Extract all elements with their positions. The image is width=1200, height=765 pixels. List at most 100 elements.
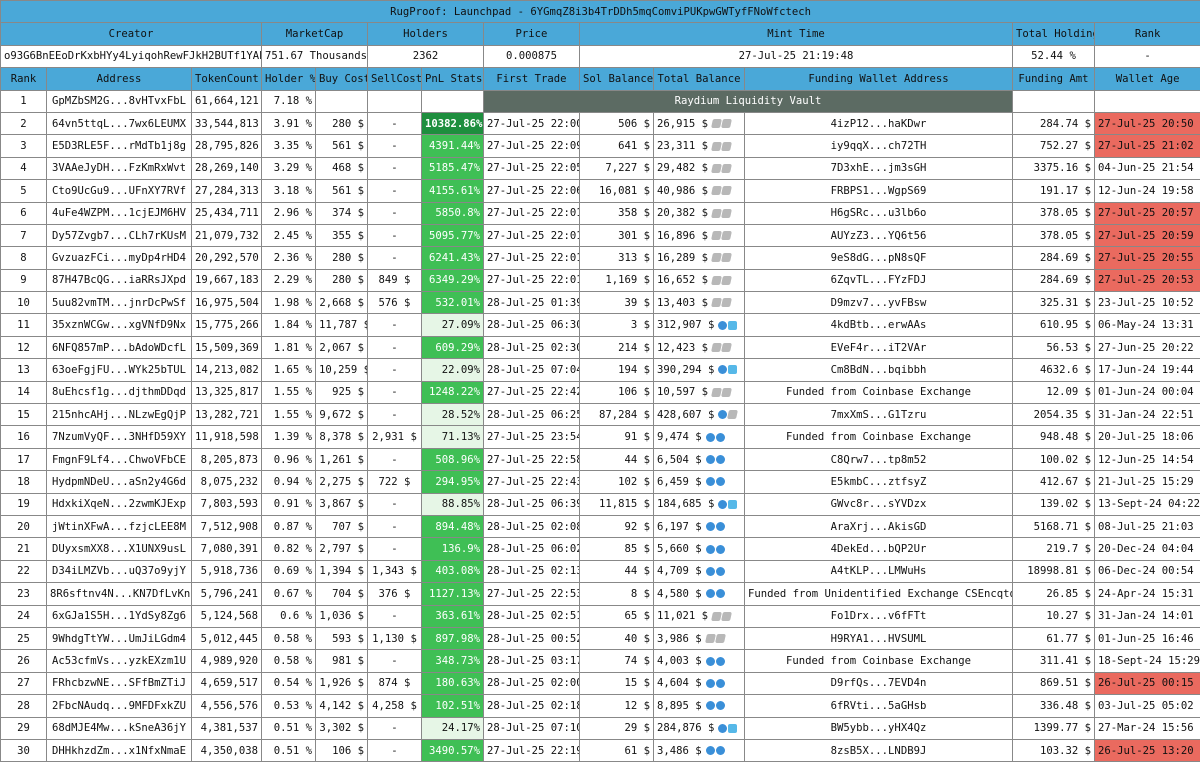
col-sell-cost[interactable]: SellCost [367,67,422,91]
funding-wallet-cell[interactable]: H9RYA1...HVSUML [744,626,1013,651]
address-cell[interactable]: jWtinXFwA...fzjcLEE8M [46,514,192,539]
tag-icon[interactable] [721,387,732,397]
wallet-icon[interactable] [705,544,715,554]
wallet-icon[interactable] [718,365,728,375]
funding-wallet-cell[interactable]: Fo1Drx...v6fFTt [744,604,1013,628]
address-cell[interactable]: 2FbcNAudq...9MFDFxkZU [46,694,192,718]
wallet-icon[interactable] [718,410,728,420]
wallet-icon[interactable] [715,455,725,464]
col-funding-wallet[interactable]: Funding Wallet Address [744,67,1013,91]
col-address[interactable]: Address [46,67,192,91]
wallet-icon[interactable] [718,320,728,330]
wallet-icon[interactable] [728,320,738,330]
tag-icon[interactable] [721,231,732,241]
wallet-icon[interactable] [715,566,725,576]
funding-wallet-cell[interactable]: FRBPS1...WgpS69 [744,179,1013,203]
wallet-icon[interactable] [705,522,715,532]
funding-wallet-cell[interactable]: 9eS8dG...pN8sQF [744,246,1013,270]
wallet-icon[interactable] [728,499,738,509]
funding-wallet-cell[interactable]: GWvc8r...sYVDzx [744,492,1013,516]
wallet-icon[interactable] [715,746,725,756]
address-cell[interactable]: 8uEhcsf1g...djthmDDqd [46,380,192,405]
tag-icon[interactable] [721,186,732,196]
wallet-icon[interactable] [705,678,715,688]
tag-icon[interactable] [721,298,732,308]
tag-icon[interactable] [704,634,716,644]
address-cell[interactable]: DHHkhzdZm...x1NfxNmaE [46,738,192,763]
wallet-icon[interactable] [705,566,715,576]
address-cell[interactable]: 35xznWCGw...xgVNfD9Nx [46,313,192,337]
address-cell[interactable]: 3VAAeJyDH...FzKmRxWvt [46,156,192,181]
address-cell[interactable]: Dy57Zvgb7...CLh7rKUsM [46,223,192,248]
address-cell[interactable]: 64vn5ttqL...7wx6LEUMX [46,111,192,136]
funding-wallet-cell[interactable]: 7mxXmS...G1Tzru [744,403,1013,427]
address-cell[interactable]: 9WhdgTtYW...UmJiLGdm4 [46,626,192,651]
col-pnl[interactable]: PnL Stats [421,67,484,91]
wallet-icon[interactable] [705,455,715,464]
wallet-icon[interactable] [705,701,715,711]
address-cell[interactable]: HdxkiXqeN...2zwmKJExp [46,492,192,516]
wallet-icon[interactable] [705,477,715,487]
address-cell[interactable]: FRhcbzwNE...SFfBmZTiJ [46,671,192,696]
funding-wallet-cell[interactable]: 6fRVti...5aGHsb [744,694,1013,718]
wallet-icon[interactable] [715,432,725,442]
tag-icon[interactable] [721,141,732,151]
address-cell[interactable]: FmgnF9Lf4...ChwoVFbCE [46,447,192,472]
wallet-icon[interactable] [705,656,715,666]
wallet-icon[interactable] [728,723,738,733]
wallet-icon[interactable] [715,477,725,487]
address-cell[interactable]: Cto9UcGu9...UFnXY7RVf [46,179,192,203]
address-cell[interactable]: D34iLMZVb...uQ37o9yjY [46,559,192,584]
address-cell[interactable]: GvzuazFCi...myDp4rHD4 [46,246,192,270]
address-cell[interactable]: 5uu82vmTM...jnrDcPwSf [46,291,192,315]
funding-wallet-cell[interactable]: 8zsB5X...LNDB9J [744,738,1013,763]
tag-icon[interactable] [711,253,722,263]
wallet-icon[interactable] [715,678,725,688]
col-buy-cost[interactable]: Buy Cost [315,67,368,91]
funding-wallet-cell[interactable]: 6ZqvTL...FYzFDJ [744,268,1013,293]
col-wallet-age[interactable]: Wallet Age [1093,67,1200,91]
wallet-icon[interactable] [715,656,725,666]
funding-wallet-cell[interactable]: 4izP12...haKDwr [744,111,1013,136]
funding-wallet-cell[interactable]: D9rfQs...7EVD4n [744,671,1013,696]
wallet-icon[interactable] [715,701,725,711]
funding-wallet-cell[interactable]: AraXrj...AkisGD [744,514,1013,539]
tag-icon[interactable] [721,253,732,263]
wallet-icon[interactable] [718,723,728,733]
col-holder-pct[interactable]: Holder % [261,67,316,91]
funding-wallet-cell[interactable]: E5kmbC...ztfsyZ [744,470,1013,494]
funding-wallet-cell[interactable]: BW5ybb...yHX4Qz [744,716,1013,740]
col-token-count[interactable]: TokenCount [191,67,262,91]
funding-wallet-cell[interactable]: Funded from Coinbase Exchange [744,649,1013,673]
col-funding-amt[interactable]: Funding Amt [1012,67,1095,91]
funding-wallet-cell[interactable]: Cm8BdN...bqibbh [744,358,1013,382]
funding-wallet-cell[interactable]: D9mzv7...yvFBsw [744,291,1013,315]
funding-wallet-cell[interactable]: EVeF4r...iT2VAr [744,335,1013,360]
funding-wallet-cell[interactable]: Funded from Unidentified Exchange CSEncq… [744,582,1013,606]
address-cell[interactable]: 68dMJE4Mw...kSneA36jY [46,716,192,740]
address-cell[interactable]: HydpmNDeU...aSn2y4G6d [46,470,192,494]
address-cell[interactable]: 8R6sftnv4N...KN7DfLvKn [46,582,192,606]
funding-wallet-cell[interactable]: 4kdBtb...erwAAs [744,313,1013,337]
wallet-icon[interactable] [718,499,728,509]
tag-icon[interactable] [727,410,739,420]
funding-wallet-cell[interactable]: iy9qqX...ch72TH [744,134,1013,158]
wallet-icon[interactable] [705,746,715,756]
funding-wallet-cell[interactable]: AUYzZ3...YQ6t56 [744,223,1013,248]
address-cell[interactable]: 4uFe4WZPM...1cjEJM6HV [46,201,192,225]
address-cell[interactable]: 6xGJa1S5H...1YdSy8Zg6 [46,604,192,628]
address-cell[interactable]: DUyxsmXX8...X1UNX9usL [46,537,192,561]
wallet-icon[interactable] [715,522,725,532]
address-cell[interactable]: 6NFQ857mP...bAdoWDcfL [46,335,192,360]
funding-wallet-cell[interactable]: Funded from Coinbase Exchange [744,425,1013,449]
wallet-icon[interactable] [728,365,738,375]
tag-icon[interactable] [721,208,732,218]
col-first-trade[interactable]: First Trade [483,67,580,91]
tag-icon[interactable] [721,343,732,353]
funding-wallet-cell[interactable]: 4DekEd...bQP2Ur [744,537,1013,561]
address-cell[interactable]: 215nhcAHj...NLzwEgQjP [46,403,192,427]
tag-icon[interactable] [721,611,732,621]
funding-wallet-cell[interactable]: H6gSRc...u3lb6o [744,201,1013,225]
funding-wallet-cell[interactable]: C8Qrw7...tp8m52 [744,447,1013,472]
address-cell[interactable]: 63oeFgjFU...WYk25bTUL [46,358,192,382]
